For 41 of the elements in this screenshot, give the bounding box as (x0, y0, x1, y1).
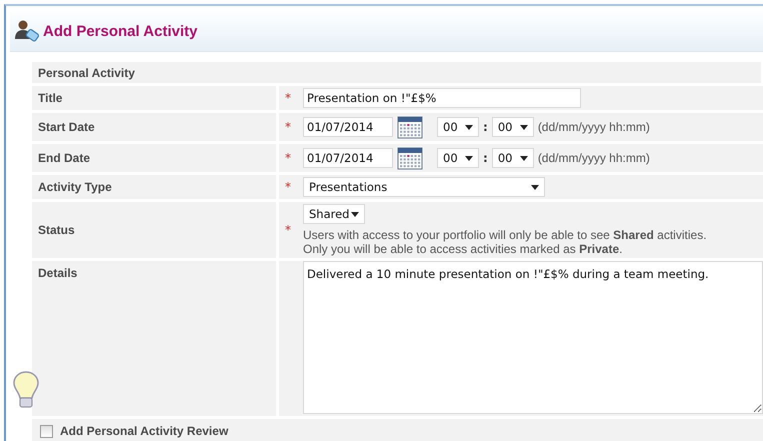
status-select[interactable]: Shared (303, 204, 365, 224)
required-marker-cell: * (279, 144, 303, 172)
minute-select[interactable]: 00 (492, 117, 534, 137)
calendar-icon[interactable] (397, 115, 423, 139)
caret-icon (351, 212, 359, 216)
caret-icon (520, 124, 528, 130)
format-hint: (dd/mm/yyyy hh:mm) (538, 120, 650, 134)
field-label: Status (38, 223, 75, 237)
person-icon (15, 19, 41, 43)
section-title: Personal Activity (38, 66, 135, 80)
activity-type-select[interactable]: Presentations (303, 177, 545, 197)
hour-select[interactable]: 00 (437, 117, 479, 137)
review-checkbox[interactable] (40, 424, 53, 438)
minute-select[interactable]: 00 (492, 148, 534, 168)
date-field[interactable]: 01/07/2014 (303, 117, 393, 137)
required-marker-cell: * (279, 86, 303, 110)
caret-icon (465, 124, 473, 130)
required-marker-cell: * (279, 202, 303, 258)
required-marker-cell: * (279, 113, 303, 141)
lightbulb-icon (12, 370, 40, 410)
field-label: Start Date (38, 120, 95, 134)
time-separator: : (483, 151, 488, 165)
caret-icon (465, 156, 473, 160)
field-label: End Date (38, 151, 90, 165)
details-field[interactable]: Delivered a 10 minute presentation on !"£$% during a team meeting. (303, 261, 763, 414)
field-label: Activity Type (38, 180, 112, 194)
caret-icon (520, 156, 528, 160)
required-marker-cell: * (279, 175, 303, 199)
status-note: Only you will be able to access activities marked as Private. (303, 242, 622, 256)
date-field[interactable]: 01/07/2014 (303, 148, 393, 168)
page-title: Add Personal Activity (43, 22, 198, 40)
calendar-icon[interactable] (397, 146, 423, 170)
field-label: Details (38, 266, 78, 280)
caret-icon (531, 184, 539, 190)
format-hint: (dd/mm/yyyy hh:mm) (538, 151, 650, 165)
title-field[interactable]: Presentation on !"£$% (303, 88, 581, 108)
status-note: Users with access to your portfolio will only be able to see Shared activities. (303, 228, 707, 242)
field-label: Title (38, 91, 62, 105)
time-separator: : (483, 120, 488, 134)
review-label: Add Personal Activity Review (60, 424, 228, 438)
hour-select[interactable]: 00 (437, 148, 479, 168)
